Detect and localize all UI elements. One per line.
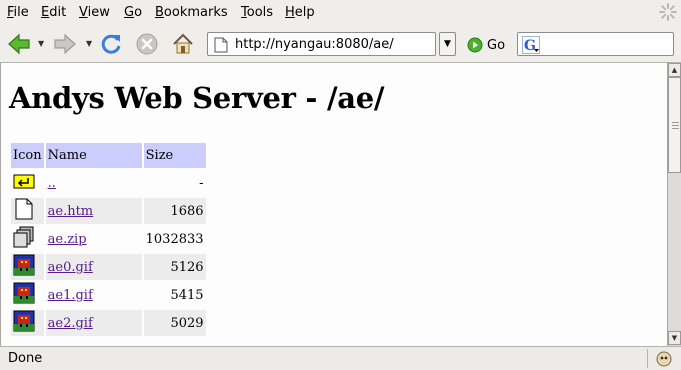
menu-view[interactable]: View <box>79 5 110 20</box>
column-header-size: Size <box>143 143 206 168</box>
menu-help[interactable]: Help <box>285 5 315 20</box>
stop-icon <box>136 33 158 55</box>
go-label: Go <box>487 37 506 53</box>
table-row: ae0.gif 5126 <box>11 254 206 280</box>
home-button[interactable] <box>170 31 196 57</box>
column-header-icon: Icon <box>11 143 44 168</box>
page-viewport: Andys Web Server - /ae/ Icon Name Size .… <box>0 63 667 346</box>
table-row: ae2.gif 5029 <box>11 310 206 336</box>
back-button[interactable] <box>6 31 32 57</box>
reload-icon <box>101 34 121 54</box>
forward-arrow-icon <box>54 33 76 55</box>
home-icon <box>173 33 193 54</box>
page-title: Andys Web Server - /ae/ <box>9 81 385 115</box>
document-icon <box>15 198 33 220</box>
file-size: 5415 <box>170 287 204 303</box>
url-history-dropdown[interactable]: ▼ <box>439 32 456 56</box>
archive-icon <box>13 226 34 248</box>
stop-button[interactable] <box>134 31 160 57</box>
file-link[interactable]: ae1.gif <box>48 288 93 303</box>
scroll-down-button[interactable]: ▼ <box>668 331 681 345</box>
back-history-dropdown-icon[interactable]: ▼ <box>38 39 44 48</box>
scroll-up-button[interactable]: ▲ <box>668 63 681 77</box>
image-icon <box>13 310 35 332</box>
table-row: ae.htm 1686 <box>11 198 206 224</box>
google-search-engine-icon[interactable]: G <box>522 36 540 54</box>
menu-go[interactable]: Go <box>124 5 142 20</box>
vertical-scrollbar[interactable]: ▲ ▼ <box>667 63 681 346</box>
search-box[interactable]: G <box>517 32 674 56</box>
image-icon <box>13 254 35 276</box>
status-bar: Done <box>0 346 681 370</box>
directory-listing-table: Icon Name Size .. - ae.htm 1686 ae.zip 1… <box>9 141 208 338</box>
image-icon <box>13 282 35 304</box>
table-row: .. - <box>11 170 206 196</box>
forward-button[interactable] <box>52 31 78 57</box>
table-header-row: Icon Name Size <box>11 143 206 168</box>
file-link[interactable]: ae.htm <box>48 204 94 219</box>
scroll-thumb[interactable] <box>668 77 681 173</box>
back-arrow-icon <box>8 33 30 55</box>
navigation-toolbar: ▼ ▼ http://nyangau:8080/ae/ ▼ Go G <box>0 25 681 63</box>
file-link[interactable]: ae2.gif <box>48 316 93 331</box>
file-link[interactable]: ae.zip <box>48 232 87 247</box>
menu-bar: File Edit View Go Bookmarks Tools Help <box>0 0 681 25</box>
online-status-icon <box>656 351 672 367</box>
parent-folder-icon <box>13 174 35 189</box>
status-separator <box>647 349 648 368</box>
column-header-name: Name <box>45 143 142 168</box>
file-size: - <box>199 175 204 191</box>
menu-edit[interactable]: Edit <box>41 5 66 20</box>
reload-button[interactable] <box>98 31 124 57</box>
file-link[interactable]: .. <box>48 176 56 191</box>
menu-bookmarks[interactable]: Bookmarks <box>155 5 228 20</box>
table-row: ae1.gif 5415 <box>11 282 206 308</box>
svg-text:G: G <box>524 38 536 54</box>
file-size: 5126 <box>143 254 206 280</box>
file-link[interactable]: ae0.gif <box>48 260 93 275</box>
table-row: ae.zip 1032833 <box>11 226 206 252</box>
file-size: 1686 <box>143 198 206 224</box>
file-size: 5029 <box>143 310 206 336</box>
url-bar[interactable]: http://nyangau:8080/ae/ <box>207 32 436 56</box>
file-size: 1032833 <box>145 231 204 247</box>
throbber-icon <box>659 3 677 21</box>
go-button[interactable]: Go <box>467 35 505 55</box>
url-text: http://nyangau:8080/ae/ <box>235 37 394 52</box>
page-icon <box>214 37 228 53</box>
forward-history-dropdown-icon[interactable]: ▼ <box>86 39 92 48</box>
menu-file[interactable]: File <box>7 5 29 20</box>
status-text: Done <box>8 351 43 366</box>
go-icon <box>467 37 483 53</box>
menu-tools[interactable]: Tools <box>241 5 273 20</box>
